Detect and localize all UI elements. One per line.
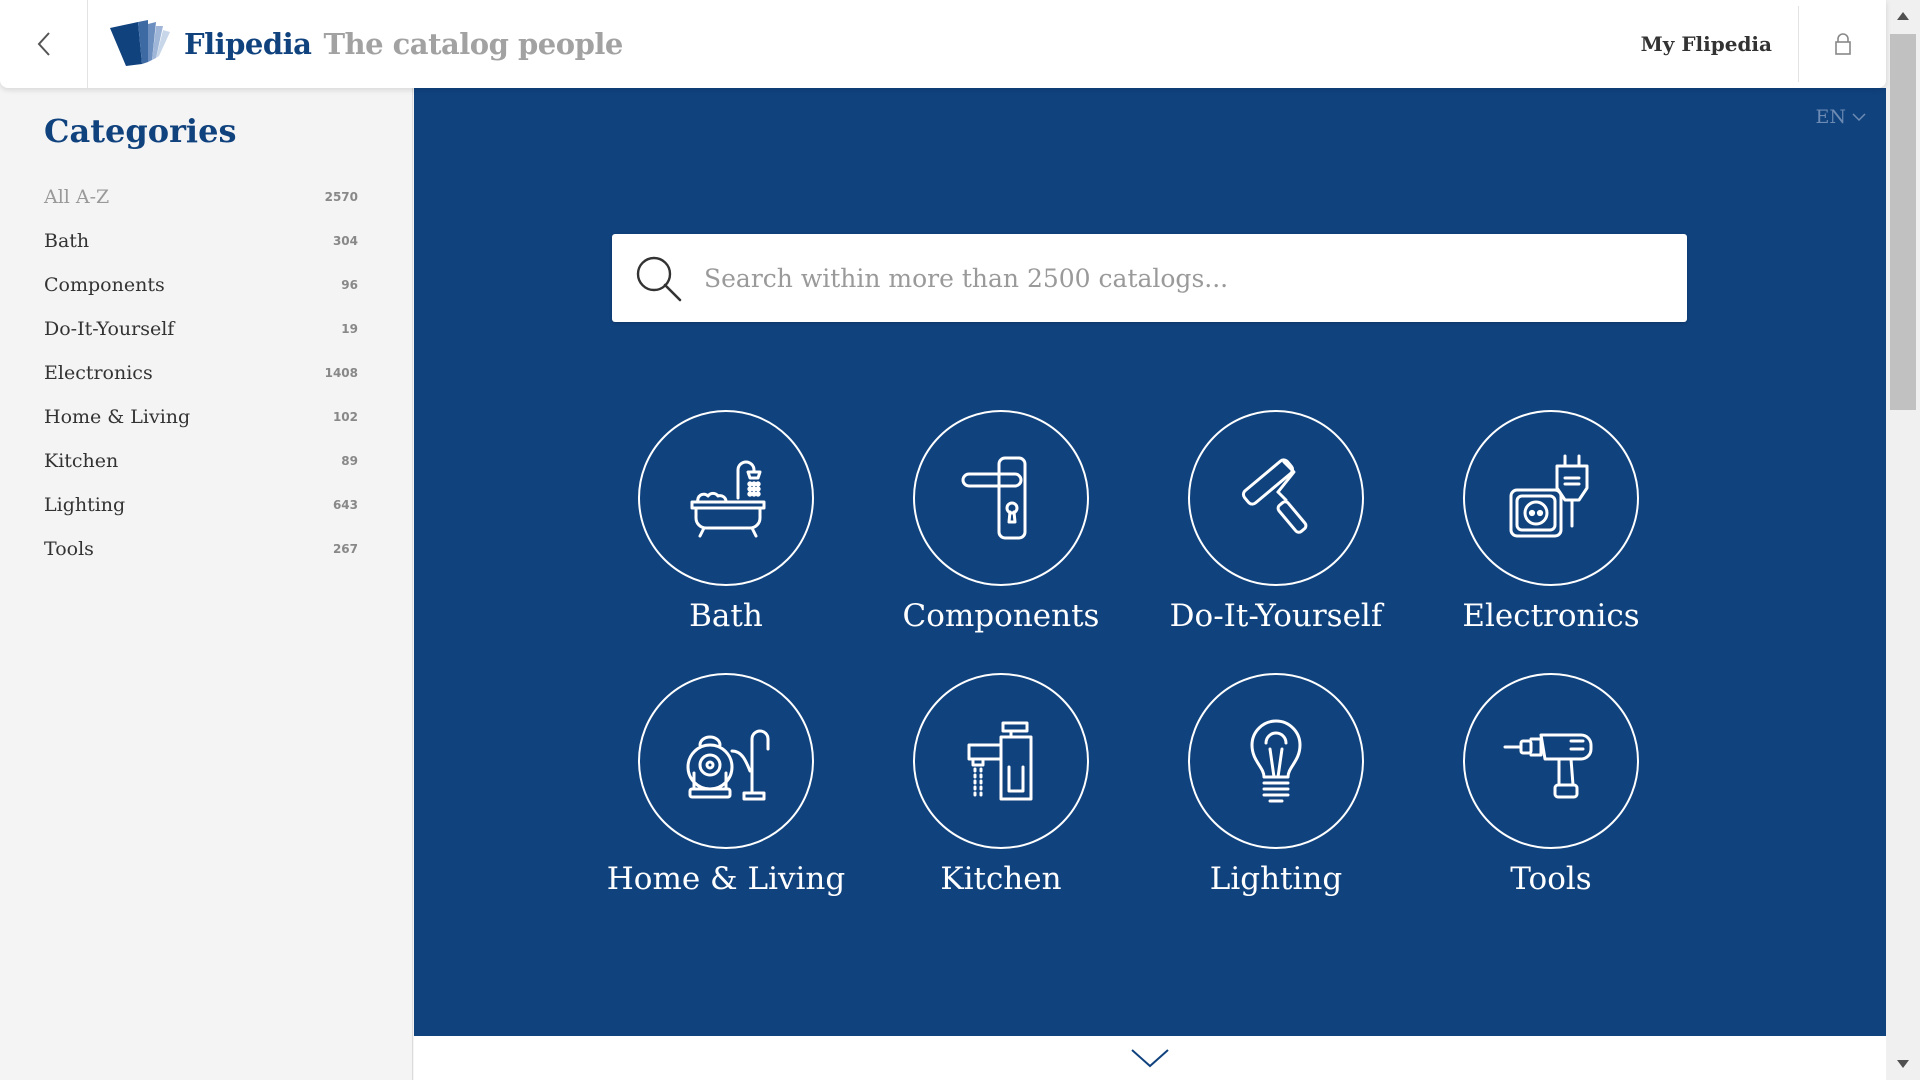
sidebar-item-lighting[interactable]: Lighting 643 [44, 483, 362, 527]
sidebar-item-home-living[interactable]: Home & Living 102 [44, 395, 362, 439]
main-content: EN Bath [414, 88, 1886, 1036]
brand-name: Flipedia [184, 27, 312, 61]
language-selector[interactable]: EN [1816, 106, 1867, 128]
triangle-up-icon [1897, 12, 1909, 20]
logo[interactable]: Flipedia The catalog people [108, 18, 623, 70]
flipedia-logo-icon [110, 20, 170, 66]
category-count: 1408 [324, 366, 358, 380]
category-tile-bath[interactable]: Bath [601, 410, 851, 660]
search-input[interactable] [704, 234, 1687, 322]
door-handle-icon [961, 456, 1027, 540]
sidebar-item-bath[interactable]: Bath 304 [44, 219, 362, 263]
light-bulb-icon [1250, 719, 1302, 803]
top-header: Flipedia The catalog people My Flipedia [0, 0, 1886, 88]
category-tile-lighting[interactable]: Lighting [1151, 673, 1401, 923]
categories-heading: Categories [44, 112, 237, 150]
category-count: 267 [332, 542, 358, 556]
scroll-more-bar[interactable] [414, 1036, 1886, 1080]
category-label: Do-It-Yourself [44, 318, 175, 340]
category-count: 102 [332, 410, 358, 424]
category-count: 96 [341, 278, 358, 292]
tile-label: Tools [1510, 861, 1592, 897]
drill-icon [1503, 733, 1593, 799]
category-list: All A-Z 2570 Bath 304 Components 96 Do-I… [44, 175, 362, 571]
tile-circle [1463, 673, 1639, 849]
power-socket-icon [1509, 454, 1589, 538]
category-label: All A-Z [44, 186, 110, 208]
page-scrollbar[interactable] [1886, 0, 1920, 1080]
category-count: 19 [341, 322, 358, 336]
category-count: 2570 [324, 190, 358, 204]
chevron-down-icon [1131, 1049, 1169, 1068]
chevron-down-icon [1852, 113, 1866, 122]
scrollbar-thumb[interactable] [1890, 34, 1916, 410]
category-label: Components [44, 274, 165, 296]
category-tile-components[interactable]: Components [876, 410, 1126, 660]
triangle-down-icon [1897, 1060, 1909, 1068]
scroll-down-button[interactable] [1886, 1048, 1920, 1080]
tile-circle [1463, 410, 1639, 586]
tile-circle [1188, 673, 1364, 849]
chevron-left-icon [37, 32, 50, 56]
tile-circle [638, 410, 814, 586]
category-count: 643 [332, 498, 358, 512]
category-label: Electronics [44, 362, 153, 384]
sidebar-item-tools[interactable]: Tools 267 [44, 527, 362, 571]
category-count: 89 [341, 454, 358, 468]
category-tile-home-living[interactable]: Home & Living [601, 673, 851, 923]
category-tile-tools[interactable]: Tools [1426, 673, 1676, 923]
tile-circle [638, 673, 814, 849]
category-tile-electronics[interactable]: Electronics [1426, 410, 1676, 660]
tile-label: Electronics [1462, 598, 1640, 634]
my-flipedia-link[interactable]: My Flipedia [1641, 0, 1786, 88]
faucet-icon [967, 721, 1033, 801]
category-sidebar: Categories All A-Z 2570 Bath 304 Compone… [0, 88, 413, 1080]
sidebar-item-electronics[interactable]: Electronics 1408 [44, 351, 362, 395]
category-label: Tools [44, 538, 94, 560]
category-tile-kitchen[interactable]: Kitchen [876, 673, 1126, 923]
lock-icon [1834, 33, 1851, 55]
brand-tagline: The catalog people [323, 27, 623, 61]
tile-circle [913, 673, 1089, 849]
sidebar-item-do-it-yourself[interactable]: Do-It-Yourself 19 [44, 307, 362, 351]
vacuum-cleaner-icon [686, 729, 770, 801]
category-label: Kitchen [44, 450, 119, 472]
category-label: Home & Living [44, 406, 191, 428]
tile-circle [1188, 410, 1364, 586]
language-label: EN [1815, 106, 1847, 128]
login-button[interactable] [1798, 6, 1886, 82]
category-label: Lighting [44, 494, 126, 516]
category-label: Bath [44, 230, 90, 252]
scroll-up-button[interactable] [1886, 0, 1920, 32]
sidebar-item-components[interactable]: Components 96 [44, 263, 362, 307]
search-bar [612, 234, 1687, 322]
back-button[interactable] [0, 0, 88, 88]
bathtub-icon [690, 460, 766, 538]
search-icon[interactable] [632, 252, 684, 304]
category-count: 304 [332, 234, 358, 248]
sidebar-item-kitchen[interactable]: Kitchen 89 [44, 439, 362, 483]
sidebar-item-all-a-z[interactable]: All A-Z 2570 [44, 175, 362, 219]
category-tile-do-it-yourself[interactable]: Do-It-Yourself [1151, 410, 1401, 660]
paint-roller-icon [1241, 458, 1308, 534]
tile-circle [913, 410, 1089, 586]
